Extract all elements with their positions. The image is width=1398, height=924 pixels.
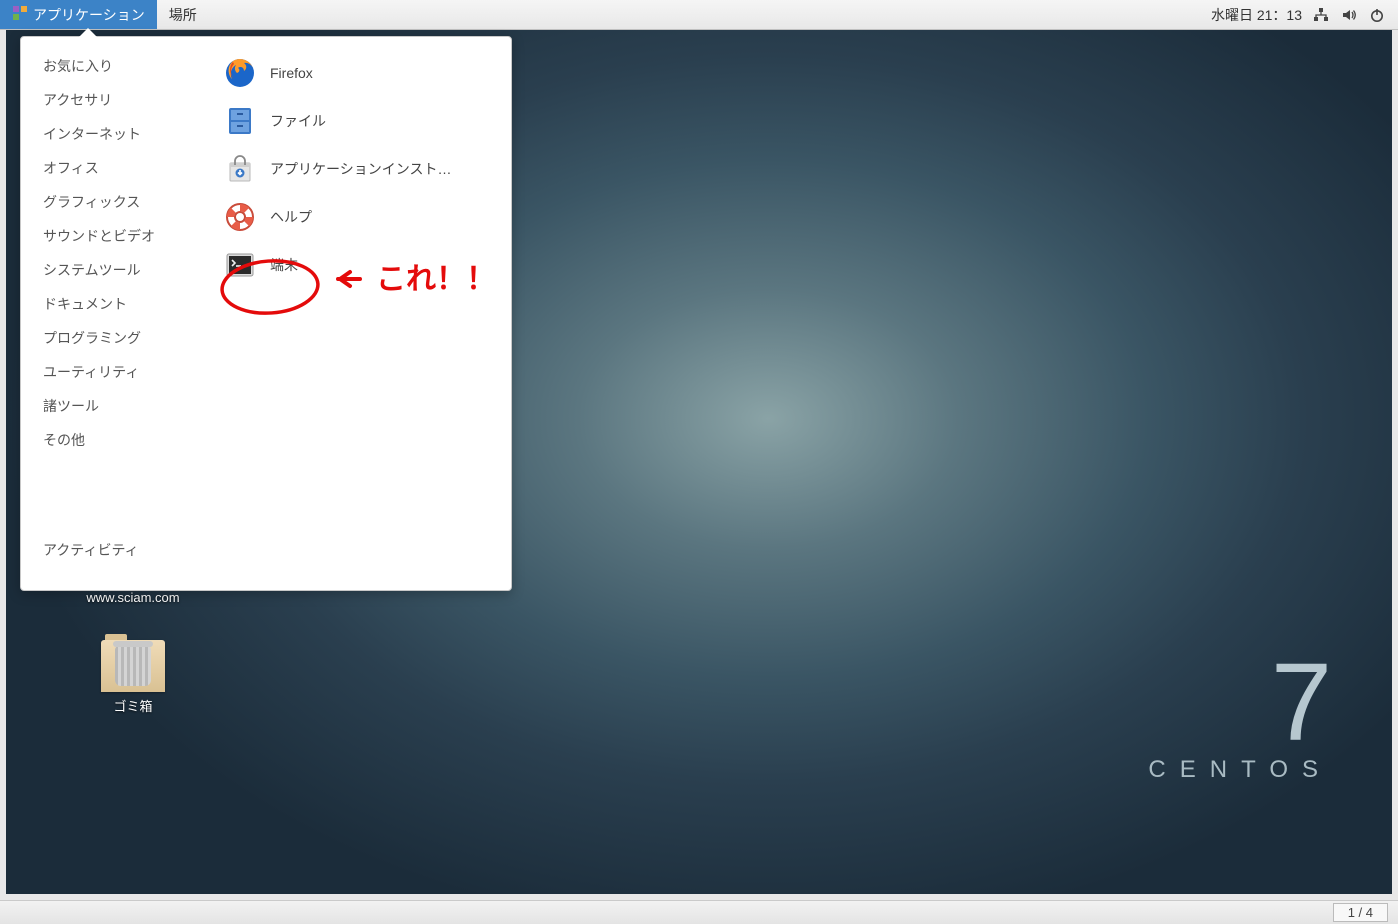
desktop-shortcut-label: www.sciam.com bbox=[78, 590, 188, 605]
power-icon[interactable] bbox=[1368, 6, 1386, 24]
applications-menu-label: アプリケーション bbox=[33, 5, 145, 25]
menu-category-documents[interactable]: ドキュメント bbox=[21, 287, 206, 321]
app-item-software-install[interactable]: アプリケーションインスト… bbox=[206, 145, 511, 193]
centos-branding: 7 CENTOS bbox=[1148, 653, 1332, 784]
applications-menu-button[interactable]: アプリケーション bbox=[0, 0, 157, 29]
app-label: ファイル bbox=[270, 111, 326, 131]
firefox-icon bbox=[224, 57, 256, 89]
desktop-trash-label: ゴミ箱 bbox=[78, 696, 188, 715]
menu-category-accessories[interactable]: アクセサリ bbox=[21, 83, 206, 117]
lifebuoy-icon bbox=[224, 201, 256, 233]
centos-name: CENTOS bbox=[1148, 756, 1332, 784]
clock[interactable]: 水曜日 21：13 bbox=[1211, 5, 1302, 25]
folder-icon bbox=[101, 640, 165, 692]
app-label: アプリケーションインスト… bbox=[270, 159, 451, 179]
top-panel-right: 水曜日 21：13 bbox=[1211, 0, 1398, 29]
terminal-icon bbox=[224, 249, 256, 281]
menu-category-office[interactable]: オフィス bbox=[21, 151, 206, 185]
menu-activities-button[interactable]: アクティビティ bbox=[21, 528, 206, 578]
menu-categories: お気に入り アクセサリ インターネット オフィス グラフィックス サウンドとビデ… bbox=[21, 37, 206, 590]
menu-category-favorites[interactable]: お気に入り bbox=[21, 49, 206, 83]
file-cabinet-icon bbox=[224, 105, 256, 137]
app-item-help[interactable]: ヘルプ bbox=[206, 193, 511, 241]
app-item-terminal[interactable]: 端末 bbox=[206, 241, 511, 289]
bottom-panel: 1 / 4 bbox=[0, 900, 1398, 924]
network-icon[interactable] bbox=[1312, 6, 1330, 24]
menu-category-system-tools[interactable]: システムツール bbox=[21, 253, 206, 287]
menu-category-utilities[interactable]: ユーティリティ bbox=[21, 355, 206, 389]
top-panel: アプリケーション 場所 水曜日 21：13 bbox=[0, 0, 1398, 30]
desktop-shortcut-sciam[interactable]: www.sciam.com bbox=[78, 590, 188, 605]
menu-category-programming[interactable]: プログラミング bbox=[21, 321, 206, 355]
menu-category-other[interactable]: その他 bbox=[21, 423, 206, 457]
menu-category-sundry[interactable]: 諸ツール bbox=[21, 389, 206, 423]
desktop-trash[interactable]: ゴミ箱 bbox=[78, 640, 188, 715]
menu-category-internet[interactable]: インターネット bbox=[21, 117, 206, 151]
menu-category-sound-video[interactable]: サウンドとビデオ bbox=[21, 219, 206, 253]
top-panel-left: アプリケーション 場所 bbox=[0, 0, 209, 29]
app-label: ヘルプ bbox=[270, 207, 312, 227]
places-menu-label: 場所 bbox=[169, 5, 197, 25]
workspace-switcher[interactable]: 1 / 4 bbox=[1333, 903, 1388, 922]
centos-version: 7 bbox=[1148, 653, 1332, 752]
menu-category-graphics[interactable]: グラフィックス bbox=[21, 185, 206, 219]
app-item-firefox[interactable]: Firefox bbox=[206, 49, 511, 97]
applications-menu-popup: お気に入り アクセサリ インターネット オフィス グラフィックス サウンドとビデ… bbox=[20, 36, 512, 591]
trash-icon bbox=[115, 646, 151, 686]
app-label: Firefox bbox=[270, 65, 313, 81]
menu-app-list: Firefox ファイル bbox=[206, 37, 511, 590]
app-label: 端末 bbox=[270, 255, 298, 275]
places-menu-button[interactable]: 場所 bbox=[157, 0, 209, 29]
volume-icon[interactable] bbox=[1340, 6, 1358, 24]
centos-menu-icon bbox=[12, 5, 28, 24]
app-item-files[interactable]: ファイル bbox=[206, 97, 511, 145]
shopping-bag-icon bbox=[224, 153, 256, 185]
